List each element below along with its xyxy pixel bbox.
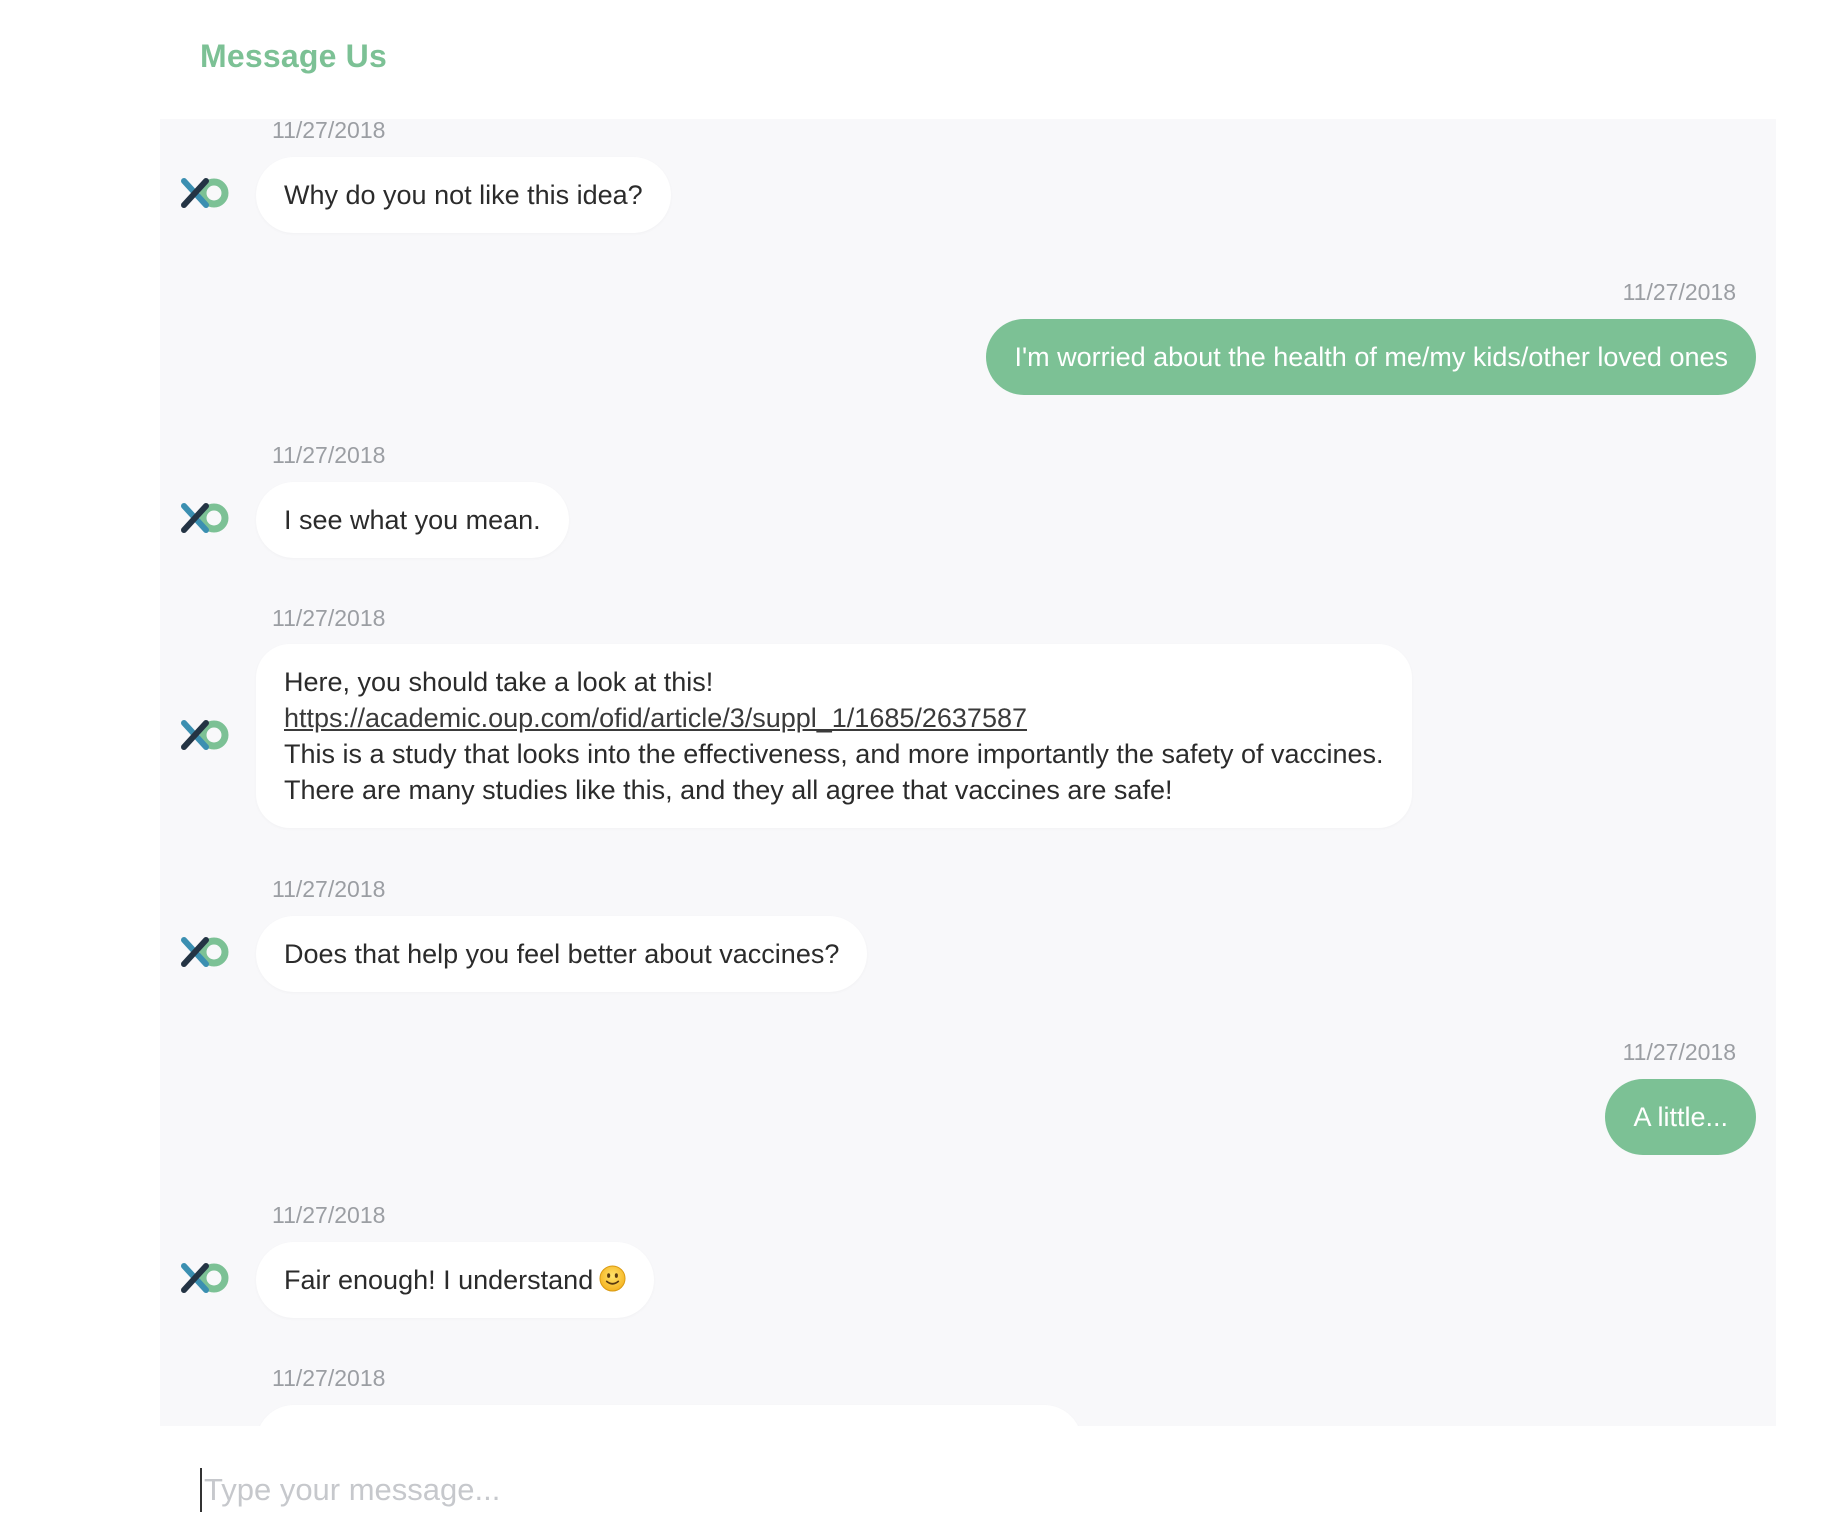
message-timestamp: 11/27/2018 — [1622, 1039, 1736, 1065]
user-message-bubble: A little... — [1605, 1079, 1756, 1155]
message-text: Here, you should take a look at this! — [284, 667, 714, 697]
message-text: I see what you mean. — [284, 505, 541, 535]
message-text: Why do you not like this idea? — [284, 180, 643, 210]
bot-message-bubble: Here, you should take a look at this! ht… — [256, 644, 1412, 828]
message-text: I'm worried about the health of me/my ki… — [1014, 342, 1728, 372]
bot-avatar-icon — [181, 937, 229, 967]
bot-message-bubble: Does that help you feel better about vac… — [256, 916, 868, 992]
message-timestamp: 11/27/2018 — [272, 1365, 386, 1391]
bot-avatar-icon — [181, 503, 229, 533]
message-timestamp: 11/27/2018 — [272, 119, 386, 143]
page-title: Message Us — [200, 38, 387, 74]
message-timestamp: 11/27/2018 — [272, 1202, 386, 1228]
message-text: This is a study that looks into the effe… — [284, 739, 1384, 769]
message-timestamp: 11/27/2018 — [272, 605, 386, 631]
slightly-smiling-face-icon — [599, 1265, 626, 1292]
study-link[interactable]: https://academic.oup.com/ofid/article/3/… — [284, 700, 1384, 736]
message-timestamp: 11/27/2018 — [272, 442, 386, 468]
composer — [160, 1426, 1776, 1532]
bot-message-bubble: I see what you mean. — [256, 482, 569, 558]
message-text: Does that help you feel better about vac… — [284, 939, 840, 969]
bot-message-bubble: Fair enough! I understand — [256, 1242, 655, 1318]
message-timestamp: 11/27/2018 — [1622, 279, 1736, 305]
chat-history[interactable]: 11/27/2018 Why do you not like this idea… — [160, 119, 1776, 1426]
bot-avatar-icon — [181, 720, 229, 750]
message-text: There are many studies like this, and th… — [284, 775, 1173, 805]
message-input[interactable] — [200, 1468, 1604, 1512]
user-message-bubble: I'm worried about the health of me/my ki… — [986, 319, 1756, 395]
message-text: A little... — [1633, 1102, 1728, 1132]
bot-avatar-icon — [181, 1263, 229, 1293]
message-timestamp: 11/27/2018 — [272, 876, 386, 902]
bot-avatar-icon — [181, 178, 229, 208]
message-text: Fair enough! I understand — [284, 1265, 594, 1295]
bot-message-bubble: Why do you not like this idea? — [256, 157, 671, 233]
bot-message-bubble — [256, 1405, 1082, 1426]
